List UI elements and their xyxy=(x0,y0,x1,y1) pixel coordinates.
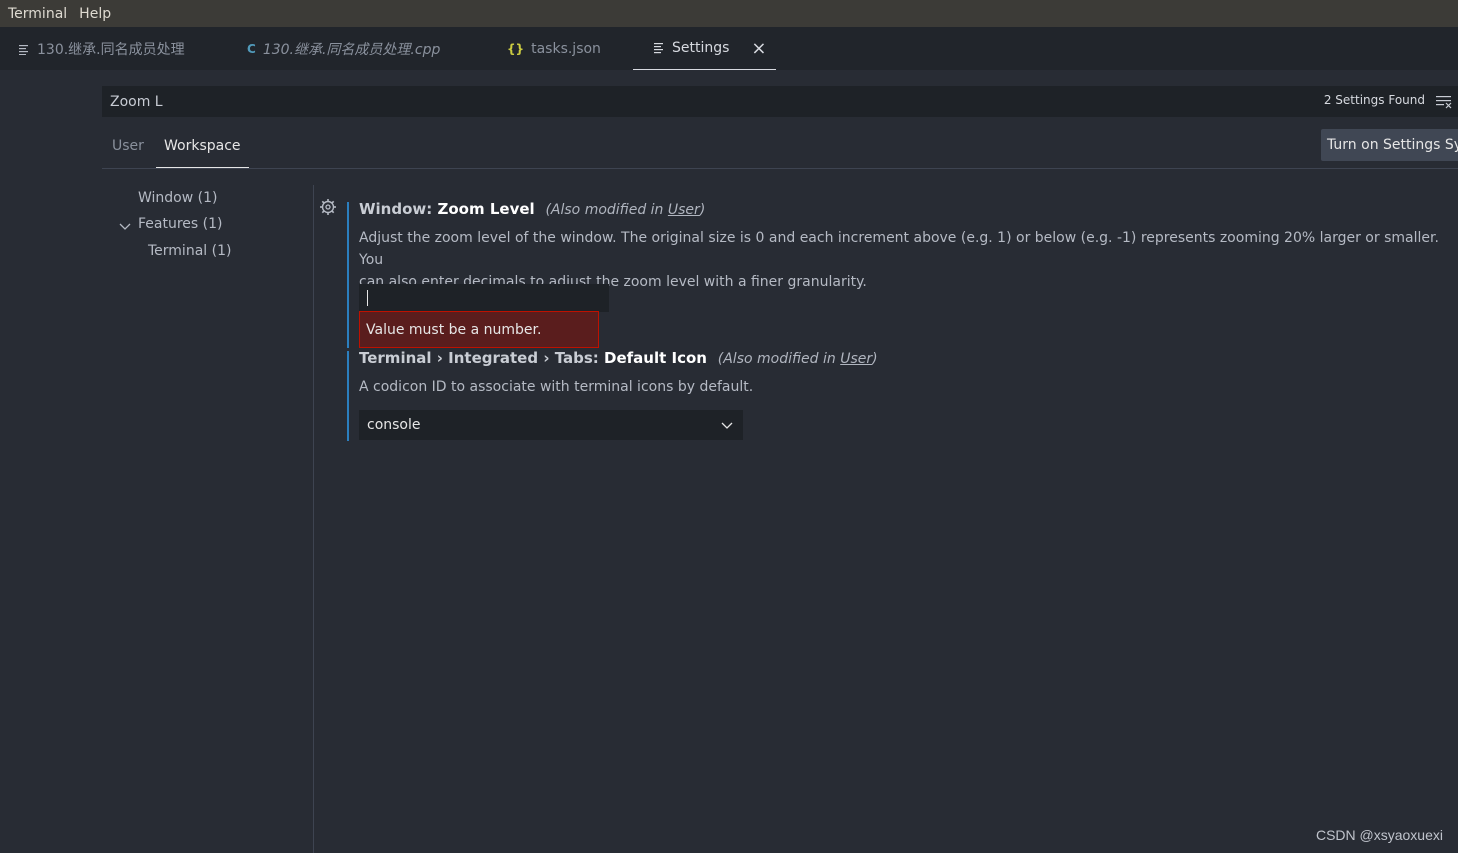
setting-title: Terminal › Integrated › Tabs: Default Ic… xyxy=(359,349,878,367)
menu-help[interactable]: Help xyxy=(79,6,111,22)
settings-editor: Zoom L 2 Settings Found User Workspace T… xyxy=(0,70,1458,853)
tab-130-inheritance[interactable]: 130.继承.同名成员处理 xyxy=(18,27,185,70)
toc-item-features[interactable]: Features (1) xyxy=(138,216,222,232)
close-icon[interactable]: × xyxy=(751,38,766,59)
default-icon-select[interactable]: console xyxy=(359,410,743,440)
also-modified-note: (Also modified in User) xyxy=(717,351,878,367)
menu-terminal[interactable]: Terminal xyxy=(8,6,67,22)
tab-workspace[interactable]: Workspace xyxy=(156,138,249,168)
toc-divider xyxy=(313,185,314,853)
modified-indicator-bar xyxy=(347,202,349,348)
setting-category: Window: xyxy=(359,200,438,218)
tab-label: 130.继承.同名成员处理.cpp xyxy=(262,41,441,58)
settings-lines-icon xyxy=(654,43,663,54)
setting-key: Zoom Level xyxy=(437,200,535,218)
tab-tasks-json[interactable]: {} tasks.json xyxy=(507,27,601,70)
tab-cpp-file[interactable]: C 130.继承.同名成员处理.cpp xyxy=(247,27,440,70)
toc-item-window[interactable]: Window (1) xyxy=(138,190,217,206)
watermark: CSDN @xsyaoxuexi xyxy=(1315,827,1443,843)
editor-tab-bar: 130.继承.同名成员处理 C 130.继承.同名成员处理.cpp {} tas… xyxy=(0,27,1458,70)
file-lines-icon xyxy=(19,44,28,55)
chevron-down-icon xyxy=(721,422,733,429)
tab-user[interactable]: User xyxy=(112,138,144,168)
zoom-level-input[interactable] xyxy=(359,284,609,312)
toc-item-terminal[interactable]: Terminal (1) xyxy=(148,243,231,259)
settings-search-input[interactable]: Zoom L 2 Settings Found xyxy=(102,86,1458,117)
chevron-down-icon[interactable] xyxy=(119,220,131,232)
settings-scope-tabs: User Workspace Turn on Settings Sync xyxy=(102,128,1458,169)
setting-title: Window: Zoom Level (Also modified in Use… xyxy=(359,200,705,218)
modified-in-user-link[interactable]: User xyxy=(840,351,872,367)
tab-label: 130.继承.同名成员处理 xyxy=(37,41,185,58)
clear-filter-icon[interactable] xyxy=(1436,95,1452,109)
text-cursor xyxy=(367,290,368,306)
modified-in-user-link[interactable]: User xyxy=(668,202,700,218)
also-modified-note: (Also modified in User) xyxy=(545,202,706,218)
search-value: Zoom L xyxy=(110,93,163,110)
select-value: console xyxy=(367,417,421,433)
setting-category: Terminal › Integrated › Tabs: xyxy=(359,349,605,367)
settings-found-count: 2 Settings Found xyxy=(1323,93,1425,107)
tab-label: Settings xyxy=(672,40,730,56)
turn-on-settings-sync-button[interactable]: Turn on Settings Sync xyxy=(1321,129,1458,161)
json-braces-icon: {} xyxy=(507,41,525,56)
setting-description: A codicon ID to associate with terminal … xyxy=(359,379,754,395)
gear-icon[interactable] xyxy=(319,198,337,216)
tab-settings[interactable]: Settings × xyxy=(633,27,776,70)
setting-key: Default Icon xyxy=(604,349,707,367)
cpp-file-icon: C xyxy=(247,41,256,56)
tab-label: tasks.json xyxy=(531,40,601,57)
validation-error-message: Value must be a number. xyxy=(359,311,599,348)
menu-bar: Terminal Help xyxy=(0,0,1458,27)
modified-indicator-bar xyxy=(347,351,349,441)
